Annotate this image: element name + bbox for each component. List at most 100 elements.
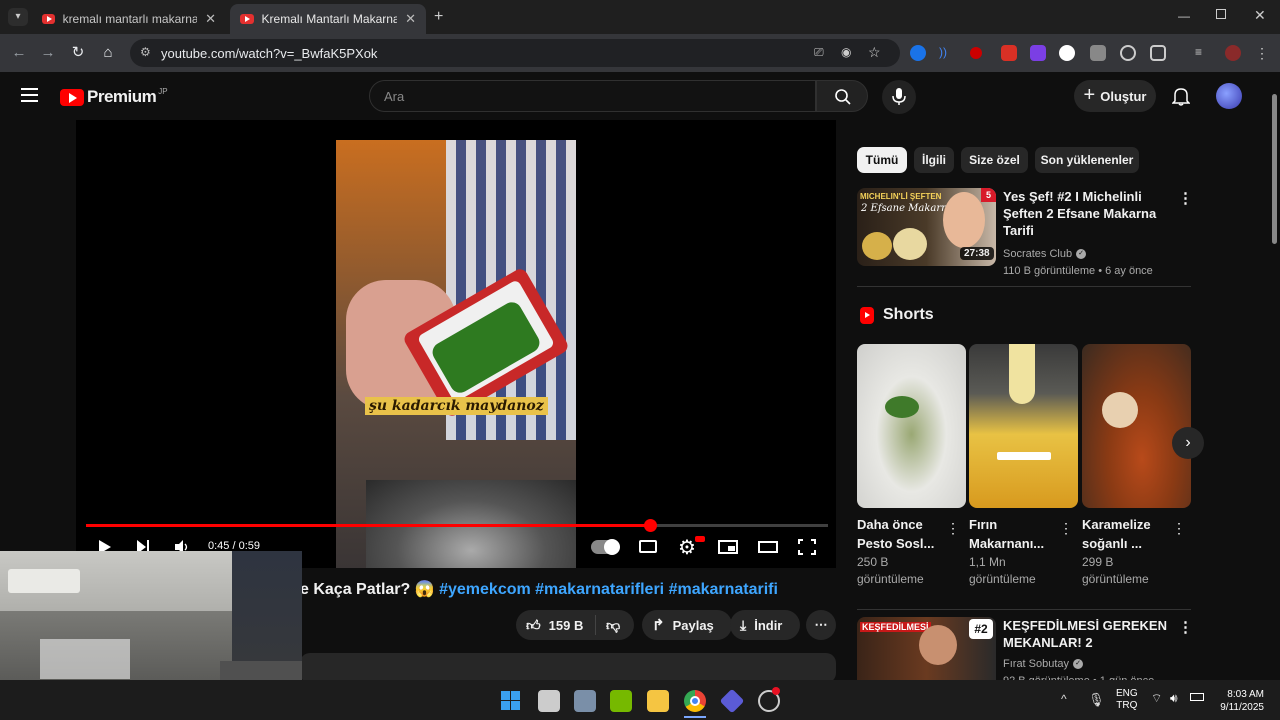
chrome-icon[interactable] [684,690,706,712]
restore-window-button[interactable] [1216,9,1226,19]
video-menu-icon[interactable]: ⋮ [1178,189,1193,207]
video-info[interactable]: KEŞFEDİLMESİ GEREKEN MEKANLAR! 2 Fırat S… [1003,617,1175,684]
back-button[interactable]: ← [9,43,29,63]
more-actions-button[interactable]: ⋯ [806,610,836,640]
like-button[interactable]: 👍︎ 159 B [516,615,596,635]
extension-icon[interactable] [1059,45,1075,61]
short-thumbnail[interactable] [857,344,966,508]
site-info-icon[interactable]: ⚙ [140,45,151,59]
notifications-bell-icon[interactable] [1172,87,1190,106]
short-title[interactable]: Karamelize soğanlı ... [1082,515,1151,553]
youtube-logo-icon [60,88,84,106]
extension-icon[interactable] [1120,45,1136,61]
shorts-logo-icon [860,307,874,324]
thumbnail-text: MICHELIN'Lİ ŞEFTEN [860,192,942,201]
description-box[interactable] [300,653,836,683]
home-button[interactable]: ⌂ [98,43,118,63]
channel-name[interactable]: Socrates Club [1003,246,1072,262]
video-info[interactable]: Yes Şef! #2 I Michelinli Şeften 2 Efsane… [1003,188,1175,279]
video-thumbnail[interactable]: MICHELIN'Lİ ŞEFTEN 2 Efsane Makarna 5 27… [857,188,996,266]
video-hashtags[interactable]: #yemekcom #makarnatarifleri #makarnatari… [439,581,778,598]
settings-gear-icon[interactable]: ⚙ [678,535,696,560]
wifi-icon[interactable]: ⌔ [1151,691,1162,706]
nvidia-icon[interactable] [610,690,632,712]
extension-icon[interactable]: )) [939,45,955,61]
browser-menu-icon[interactable]: ⋮ [1255,45,1271,61]
search-button[interactable] [816,80,868,112]
short-menu-icon[interactable]: ⋮ [1059,520,1073,537]
fullscreen-icon[interactable] [798,539,816,555]
chip-all[interactable]: Tümü [857,147,907,173]
create-button[interactable]: + Oluştur [1074,80,1156,112]
forward-button[interactable]: → [38,43,58,63]
extension-icon[interactable] [1090,45,1106,61]
system-clock[interactable]: 8:03 AM 9/11/2025 [1214,688,1264,714]
shorts-next-button[interactable]: › [1172,427,1204,459]
file-explorer-icon[interactable] [647,690,669,712]
download-button[interactable]: ⤓ İndir [730,610,800,640]
progress-scrubber[interactable] [643,519,657,532]
video-frame[interactable]: şu kadarcık maydanoz [336,140,576,568]
subtitles-icon[interactable] [639,540,657,553]
battery-icon[interactable] [1190,693,1204,701]
share-button[interactable]: ↱ Paylaş [642,610,732,640]
chip-recent[interactable]: Son yüklenenler [1035,147,1139,173]
hide-eye-icon[interactable]: ◉ [841,45,851,59]
chip-for-you[interactable]: Size özel [961,147,1028,173]
minimize-window-button[interactable]: — [1178,9,1190,23]
start-windows-icon[interactable] [500,690,522,712]
tab-title: Kremalı Mantarlı Makarna Evde [261,12,398,26]
close-tab-icon[interactable]: ✕ [205,11,216,27]
new-tab-button[interactable]: + [434,8,443,26]
volume-tray-icon[interactable]: 🔊︎ [1170,691,1178,706]
install-app-icon[interactable]: ⎚ [814,45,824,60]
chip-related[interactable]: İlgili [914,147,954,173]
address-bar[interactable]: ⚙ youtube.com/watch?v=_BwfaK5PXok ⎚ ◉ ☆ [130,39,900,67]
bookmark-star-icon[interactable]: ☆ [868,44,881,61]
extension-icon[interactable] [910,45,926,61]
hamburger-menu-icon[interactable] [21,88,38,102]
video-player[interactable]: şu kadarcık maydanoz 0:45 / 0:59 ⚙ [76,120,836,568]
video-title[interactable]: Yes Şef! #2 I Michelinli Şeften 2 Efsane… [1003,188,1175,239]
video-thumbnail[interactable]: KEŞFEDİLMESİ #2 [857,617,996,680]
page-scrollbar[interactable] [1268,72,1280,680]
search-input[interactable]: Ara [369,80,816,112]
tab-kremali-mantarli-makarna-video[interactable]: Kremalı Mantarlı Makarna Evde ✕ [230,4,426,34]
youtube-premium-logo[interactable]: Premium JP [60,87,168,107]
close-tab-icon[interactable]: ✕ [405,11,416,27]
extension-icon[interactable] [970,47,982,59]
short-thumbnail[interactable] [1082,344,1191,508]
close-window-button[interactable]: ✕ [1254,7,1266,24]
channel-name[interactable]: Fırat Sobutay [1003,656,1069,672]
short-title[interactable]: Daha önce Pesto Sosl... [857,515,934,553]
video-title[interactable]: KEŞFEDİLMESİ GEREKEN MEKANLAR! 2 [1003,617,1175,651]
media-control-icon[interactable]: ≡ [1195,45,1211,61]
short-thumbnail[interactable] [969,344,1078,508]
autoplay-toggle[interactable] [591,539,620,555]
short-menu-icon[interactable]: ⋮ [946,520,960,537]
scrollbar-thumb[interactable] [1272,94,1277,244]
progress-bar[interactable] [86,519,828,532]
app-icon[interactable] [758,687,780,712]
profile-avatar[interactable] [1225,45,1241,61]
miniplayer-icon[interactable] [718,540,738,554]
app-icon[interactable] [719,688,745,714]
tab-kremali-mantarli-makarna-search[interactable]: kremalı mantarlı makarna - You ✕ [32,4,226,34]
app-icon[interactable] [574,690,596,712]
task-view-icon[interactable] [538,690,560,712]
thumbs-down-icon[interactable]: 👎︎ [606,617,620,634]
voice-search-button[interactable] [882,80,916,114]
language-indicator[interactable]: ENG TRQ [1116,688,1138,712]
short-menu-icon[interactable]: ⋮ [1172,520,1186,537]
extension-icon[interactable] [1001,45,1017,61]
reload-button[interactable]: ↻ [68,43,88,63]
tab-search-button[interactable]: ▾ [8,8,28,26]
short-title[interactable]: Fırın Makarnanı... [969,515,1044,553]
show-hidden-icons[interactable]: ^ [1061,692,1067,706]
microphone-tray-icon[interactable]: 🎙︎ [1088,692,1105,708]
theater-mode-icon[interactable] [758,541,778,553]
user-avatar[interactable] [1216,83,1242,109]
extension-icon[interactable] [1030,45,1046,61]
extensions-puzzle-icon[interactable] [1150,45,1166,61]
video-menu-icon[interactable]: ⋮ [1178,618,1193,636]
